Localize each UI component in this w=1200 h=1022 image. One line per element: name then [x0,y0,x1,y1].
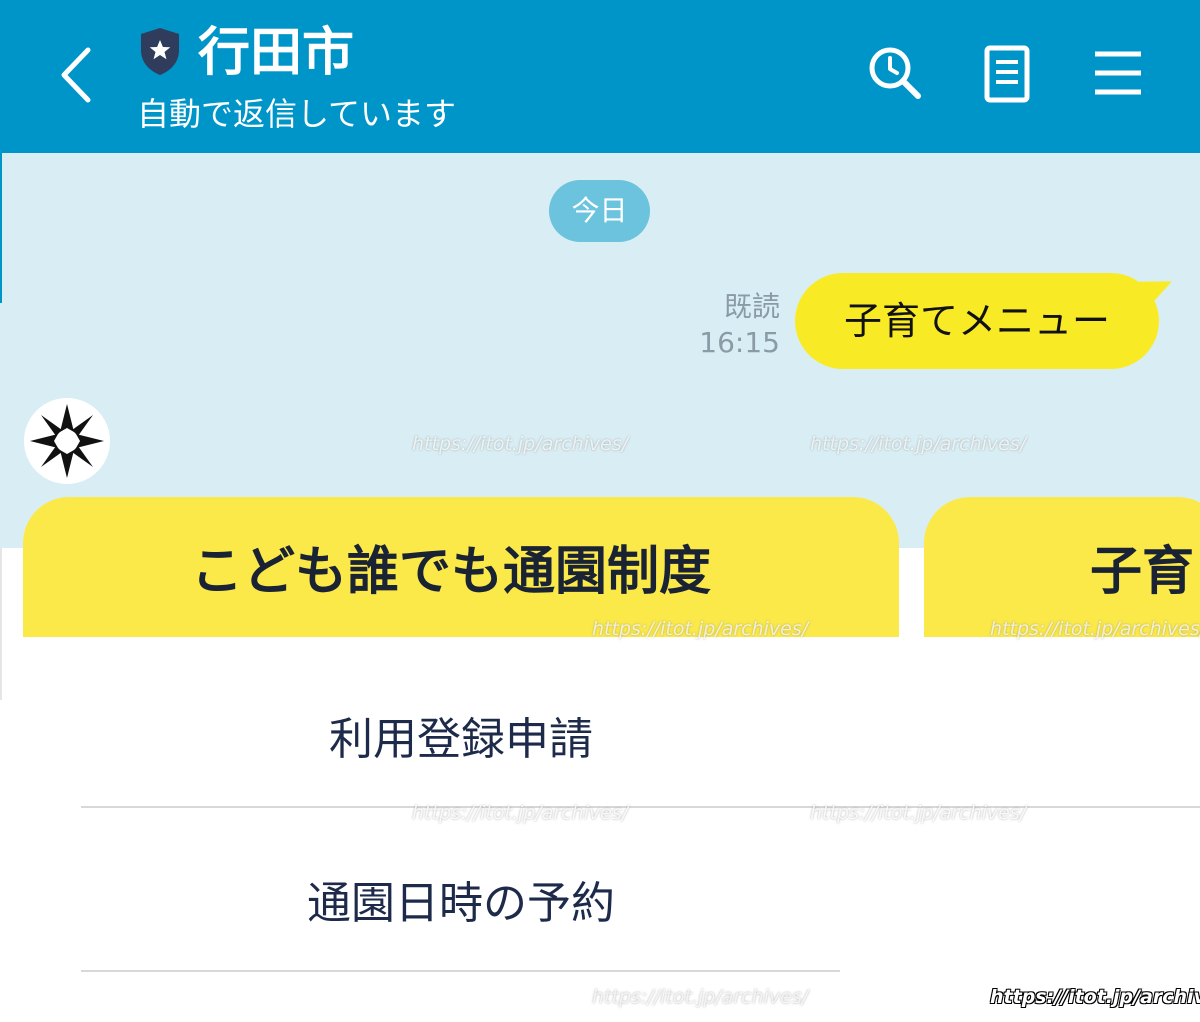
watermark: https://itot.jp/archives/ [592,618,809,640]
watermark: https://itot.jp/archives/ [810,433,1027,455]
registration-application-button[interactable]: 利用登録申請 [81,710,841,770]
reservation-button[interactable]: 通園日時の予約 [81,874,841,934]
chevron-left-icon [61,47,91,103]
compass-star-logo-icon [24,398,110,484]
notes-button[interactable] [974,40,1040,106]
shield-star-icon [138,26,182,76]
back-button[interactable] [52,40,102,110]
search-clock-icon [869,47,921,99]
watermark: https://itot.jp/archives/ [810,802,1027,824]
watermark: https://itot.jp/archives/ [990,986,1200,1008]
hamburger-menu-icon [1095,51,1141,95]
auto-reply-status: 自動で返信しています [137,95,457,133]
next-carousel-card-header[interactable]: 子育 [924,497,1200,637]
account-name: 行田市 [198,23,355,83]
date-separator: 今日 [549,180,650,242]
watermark: https://itot.jp/archives/ [592,986,809,1008]
carousel-card-header: こども誰でも通園制度 [23,497,899,637]
message-time: 16:15 [699,326,780,359]
notes-icon [984,45,1030,103]
watermark: https://itot.jp/archives/ [990,618,1200,640]
chat-header: 行田市 自動で返信しています [0,0,1200,153]
card-title: こども誰でも通園制度 [191,542,712,602]
watermark: https://itot.jp/archives/ [412,433,629,455]
card-title-partial: 子育 [1090,542,1195,602]
chat-edge [0,153,2,303]
divider [81,806,1200,808]
card-body [0,637,1200,1022]
user-message-bubble[interactable]: 子育てメニュー [795,273,1159,369]
bot-avatar[interactable] [24,398,110,484]
watermark: https://itot.jp/archives/ [412,802,629,824]
card-left-edge [0,548,2,700]
divider [81,970,840,972]
read-receipt: 既読 [723,290,780,323]
menu-button[interactable] [1085,40,1151,106]
search-button[interactable] [862,40,928,106]
